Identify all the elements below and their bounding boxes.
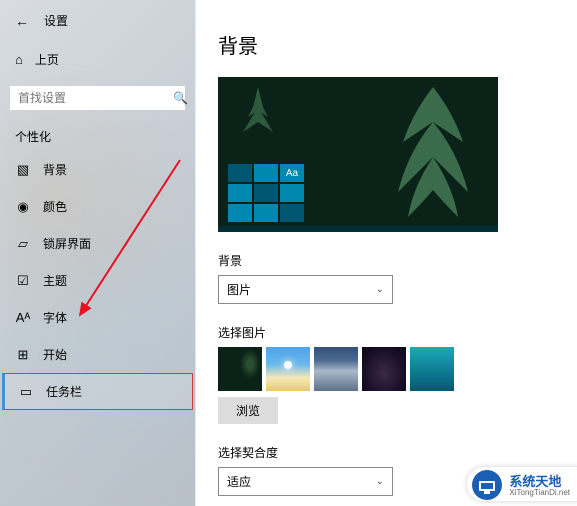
background-field-label: 背景 xyxy=(218,252,557,269)
search-box[interactable]: 🔍 xyxy=(10,86,185,110)
nav-background[interactable]: ▧ 背景 xyxy=(0,151,195,188)
background-preview: Aa xyxy=(218,77,498,232)
themes-icon: ☑ xyxy=(15,273,31,289)
search-input[interactable] xyxy=(18,91,173,105)
picture-thumb[interactable] xyxy=(218,347,262,391)
watermark-url: XiTongTianDi.net xyxy=(509,488,570,497)
dropdown-value: 图片 xyxy=(227,281,251,298)
chevron-down-icon: ⌄ xyxy=(376,476,384,487)
home-icon: ⌂ xyxy=(15,52,23,67)
nav-taskbar[interactable]: ▭ 任务栏 xyxy=(2,373,193,410)
colors-icon: ◉ xyxy=(15,199,31,215)
background-type-dropdown[interactable]: 图片 ⌄ xyxy=(218,275,393,304)
watermark: 系统天地 XiTongTianDi.net xyxy=(467,467,577,501)
page-heading: 背景 xyxy=(218,30,557,59)
nav-start[interactable]: ⊞ 开始 xyxy=(0,336,195,373)
nav-label: 字体 xyxy=(43,309,67,326)
nav-lockscreen[interactable]: ▱ 锁屏界面 xyxy=(0,225,195,262)
picture-thumb[interactable] xyxy=(314,347,358,391)
nav-label: 任务栏 xyxy=(46,383,82,400)
dropdown-value: 适应 xyxy=(227,473,251,490)
nav-label: 开始 xyxy=(43,346,67,363)
nav-label: 颜色 xyxy=(43,198,67,215)
back-button[interactable]: ← xyxy=(15,13,29,29)
start-icon: ⊞ xyxy=(15,347,31,363)
background-icon: ▧ xyxy=(15,162,31,178)
picture-thumb[interactable] xyxy=(362,347,406,391)
window-title: 设置 xyxy=(44,12,68,29)
category-label: 个性化 xyxy=(0,118,195,151)
picture-thumb[interactable] xyxy=(410,347,454,391)
search-icon: 🔍 xyxy=(173,91,188,105)
watermark-logo-icon xyxy=(471,469,503,501)
fit-dropdown[interactable]: 适应 ⌄ xyxy=(218,467,393,496)
nav-themes[interactable]: ☑ 主题 xyxy=(0,262,195,299)
picture-thumbnails xyxy=(218,347,557,391)
browse-button[interactable]: 浏览 xyxy=(218,397,278,424)
taskbar-icon: ▭ xyxy=(18,384,34,400)
fit-label: 选择契合度 xyxy=(218,444,557,461)
home-label: 上页 xyxy=(35,51,59,68)
nav-label: 背景 xyxy=(43,161,67,178)
fonts-icon: Aᴬ xyxy=(15,310,31,325)
nav-colors[interactable]: ◉ 颜色 xyxy=(0,188,195,225)
nav-fonts[interactable]: Aᴬ 字体 xyxy=(0,299,195,336)
home-button[interactable]: ⌂ 上页 xyxy=(0,41,195,78)
picture-thumb[interactable] xyxy=(266,347,310,391)
chevron-down-icon: ⌄ xyxy=(376,284,384,295)
nav-label: 主题 xyxy=(43,272,67,289)
lockscreen-icon: ▱ xyxy=(15,236,31,252)
choose-picture-label: 选择图片 xyxy=(218,324,557,341)
nav-label: 锁屏界面 xyxy=(43,235,91,252)
